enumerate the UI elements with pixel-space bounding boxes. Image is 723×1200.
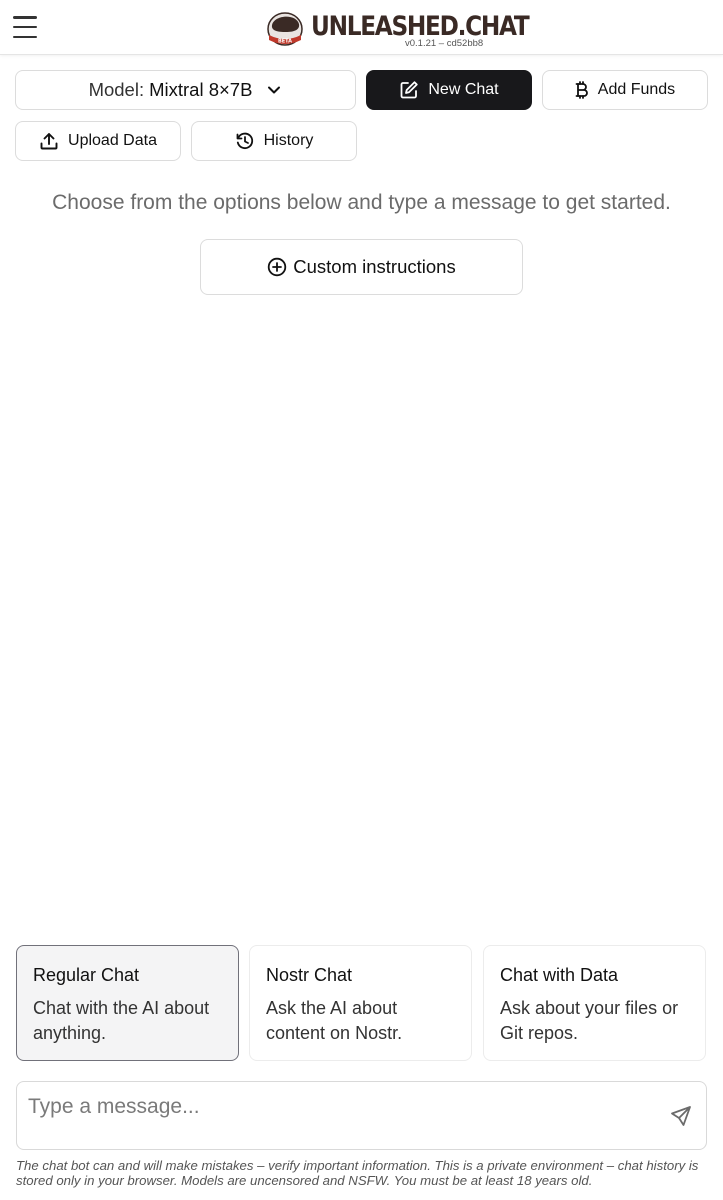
chat-mode-card-regular[interactable]: Regular Chat Chat with the AI about anyt… [16,945,239,1061]
beta-badge: BETA [278,39,292,45]
send-icon[interactable] [669,1104,693,1128]
capybara-logo-icon: BETA [267,12,303,46]
history-button[interactable]: History [191,121,357,161]
model-selector[interactable]: Model: Mixtral 8×7B [15,70,356,110]
model-value: Mixtral 8×7B [149,79,253,100]
upload-data-label: Upload Data [68,132,157,149]
top-bar: BETA UNLEASHED.CHAT v0.1.21 – cd52bb8 [0,0,723,55]
history-icon [236,132,253,149]
brand-name: UNLEASHED.CHAT [311,11,530,42]
chat-mode-card-data[interactable]: Chat with Data Ask about your files or G… [483,945,706,1061]
upload-icon [40,133,58,150]
intro-text: Choose from the options below and type a… [52,191,671,214]
message-composer [16,1081,707,1150]
model-label: Model: [88,79,145,100]
custom-instructions-label: Custom instructions [293,256,456,277]
card-description: Ask about your files or Git repos. [500,998,679,1043]
plus-circle-icon [268,257,287,277]
card-title: Chat with Data [500,965,619,985]
add-funds-button[interactable]: Add Funds [542,70,708,110]
chat-mode-card-nostr[interactable]: Nostr Chat Ask the AI about content on N… [249,945,472,1061]
card-description: Ask the AI about content on Nostr. [266,998,403,1043]
new-chat-button[interactable]: New Chat [366,70,532,110]
version-label: v0.1.21 – cd52bb8 [405,38,484,49]
card-title: Nostr Chat [266,965,353,985]
new-chat-label: New Chat [428,81,499,98]
add-funds-label: Add Funds [597,81,676,98]
message-input[interactable] [28,1092,648,1122]
bitcoin-icon [575,81,588,99]
edit-icon [400,81,419,99]
chevron-down-icon [268,86,281,94]
brand-logo[interactable]: BETA UNLEASHED.CHAT v0.1.21 – cd52bb8 [266,7,530,51]
card-description: Chat with the AI about anything. [33,998,210,1043]
upload-data-button[interactable]: Upload Data [15,121,181,161]
hamburger-icon[interactable] [13,16,37,38]
disclaimer-text: The chat bot can and will make mistakes … [16,1158,699,1188]
history-label: History [263,132,314,149]
custom-instructions-button[interactable]: Custom instructions [200,239,523,295]
card-title: Regular Chat [33,965,140,985]
